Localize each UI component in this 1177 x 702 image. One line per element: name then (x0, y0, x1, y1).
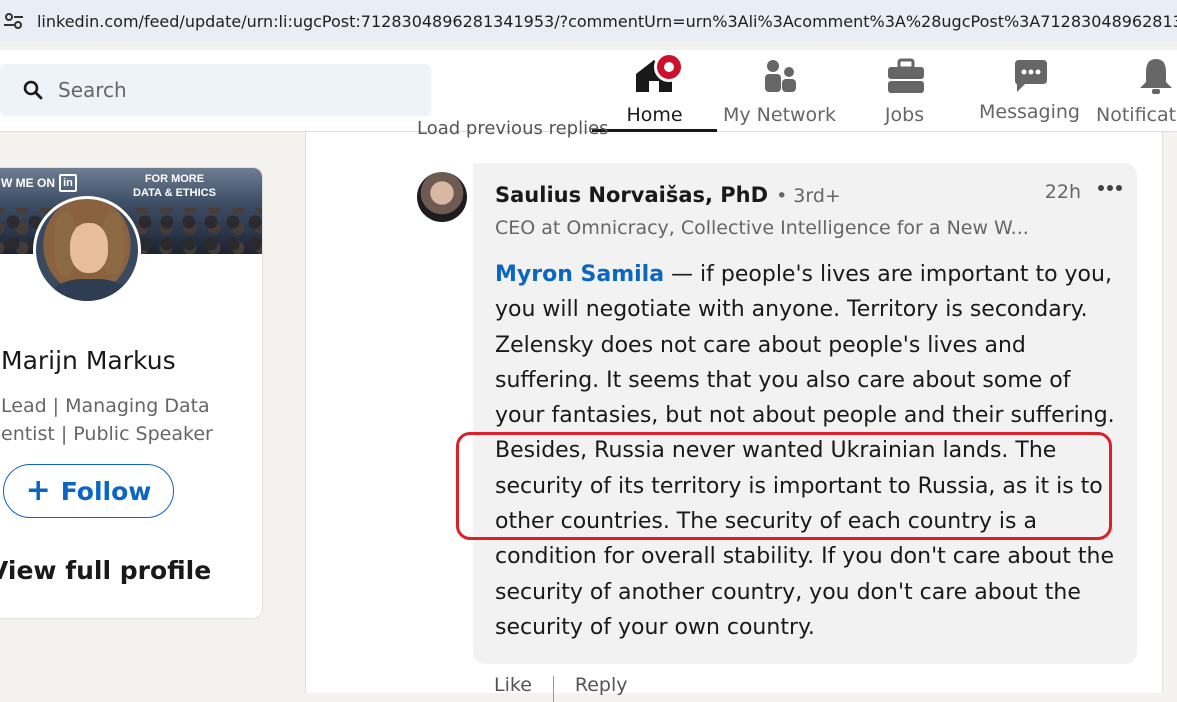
briefcase-icon (888, 58, 924, 93)
feed-post-panel: Load previous replies Saulius Norvaišas,… (305, 118, 1163, 693)
comment-text: — if people's lives are important to you… (495, 262, 1115, 640)
banner-right-line2: DATA & ETHICS (133, 187, 216, 199)
profile-name[interactable]: Marijn Markus (1, 346, 176, 375)
nav-messaging[interactable]: Messaging (967, 50, 1092, 132)
comment-timestamp: 22h (1044, 181, 1081, 203)
banner-text-right: FOR MORE DATA & ETHICS (133, 172, 216, 200)
comment-actions: Like Reply (494, 674, 628, 702)
url-text[interactable]: linkedin.com/feed/update/urn:li:ugcPost:… (37, 12, 1177, 31)
commenter-avatar[interactable] (417, 172, 467, 222)
message-icon (1015, 60, 1047, 92)
like-button[interactable]: Like (494, 674, 532, 702)
linkedin-logo-icon: in (59, 174, 77, 192)
profile-avatar[interactable] (33, 196, 141, 304)
search-box[interactable] (0, 64, 431, 116)
profile-card: W ME ON in FOR MORE DATA & ETHICS Marijn… (0, 167, 263, 619)
reply-button[interactable]: Reply (575, 674, 628, 702)
search-icon (23, 80, 43, 100)
profile-headline-line1: Lead | Managing Data (1, 395, 210, 417)
nav-jobs[interactable]: Jobs (842, 50, 967, 132)
banner-text-left: W ME ON in (1, 174, 77, 192)
notification-badge (654, 52, 684, 82)
banner-right-line1: FOR MORE (144, 173, 205, 185)
load-previous-replies-link[interactable]: Load previous replies (417, 118, 609, 139)
comment-bubble: Saulius Norvaišas, PhD • 3rd+ 22h CEO at … (473, 163, 1137, 664)
bell-icon (1140, 59, 1172, 94)
comment-author-headline: CEO at Omnicracy, Collective Intelligenc… (495, 217, 1029, 239)
nav-my-network-label: My Network (722, 104, 836, 126)
action-divider (552, 676, 554, 702)
nav-notifications[interactable]: Notificat (1092, 50, 1177, 132)
comment-body: Myron Samila — if people's lives are imp… (495, 257, 1119, 645)
more-options-icon[interactable] (1097, 183, 1123, 193)
banner-left-text: W ME ON (1, 176, 55, 190)
profile-headline-line2: entist | Public Speaker (1, 423, 213, 445)
comment-author[interactable]: Saulius Norvaišas, PhD • 3rd+ (495, 183, 841, 207)
comment-author-name[interactable]: Saulius Norvaišas, PhD (495, 183, 768, 207)
nav-home-label: Home (626, 104, 683, 126)
browser-url-bar[interactable]: linkedin.com/feed/update/urn:li:ugcPost:… (0, 0, 1177, 42)
nav-home[interactable]: Home (592, 50, 717, 132)
view-full-profile-link[interactable]: View full profile (0, 556, 211, 585)
nav-my-network[interactable]: My Network (717, 50, 842, 132)
follow-button-label: Follow (60, 476, 152, 506)
network-icon (765, 60, 796, 92)
follow-button[interactable]: + Follow (3, 464, 174, 518)
nav-messaging-label: Messaging (979, 101, 1080, 123)
site-settings-icon[interactable] (0, 0, 29, 42)
plus-icon: + (25, 473, 51, 508)
mention-link[interactable]: Myron Samila (495, 262, 664, 287)
connection-degree: • 3rd+ (776, 185, 841, 207)
nav-jobs-label: Jobs (884, 104, 925, 126)
search-input[interactable] (58, 78, 358, 102)
nav-notifications-label: Notificat (1096, 104, 1177, 126)
profile-headline: Lead | Managing Data entist | Public Spe… (1, 392, 261, 448)
